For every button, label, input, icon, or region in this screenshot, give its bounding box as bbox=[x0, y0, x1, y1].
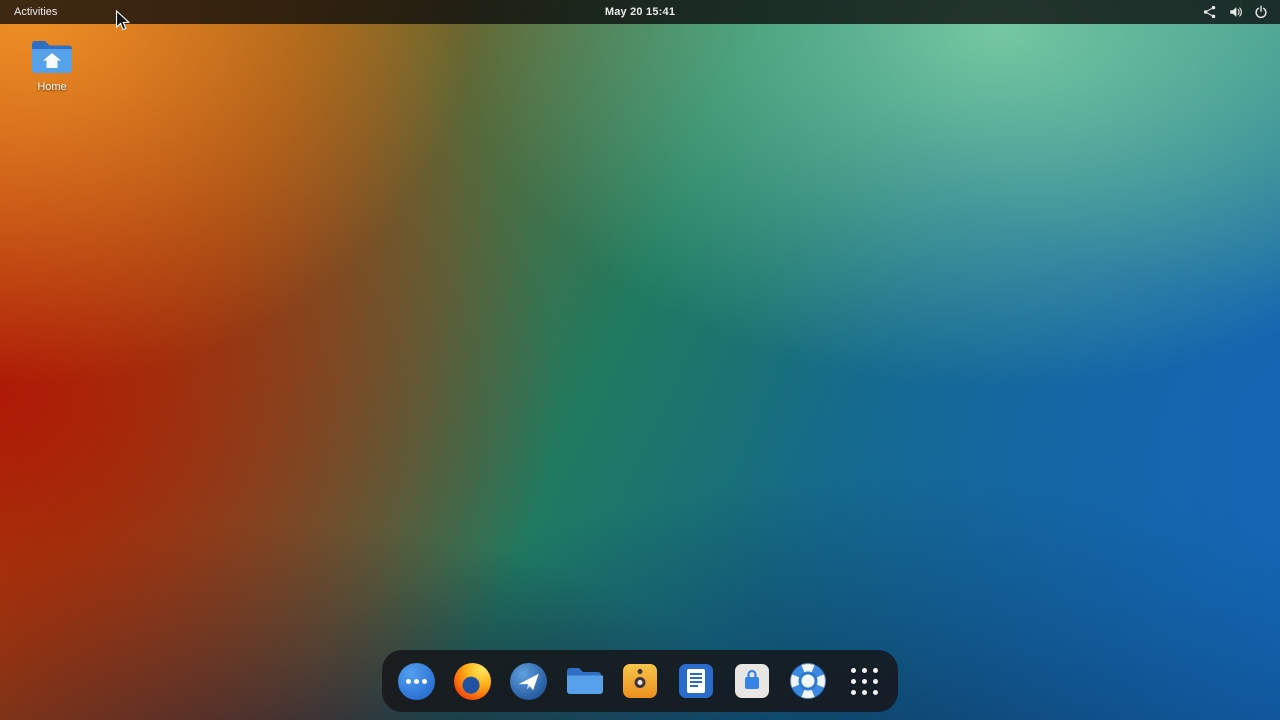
dock-item-chat[interactable] bbox=[394, 659, 438, 703]
dock-item-files[interactable] bbox=[562, 659, 606, 703]
blue-folder-icon bbox=[565, 666, 603, 696]
dock-item-writer[interactable] bbox=[674, 659, 718, 703]
power-icon[interactable] bbox=[1254, 5, 1268, 19]
system-tray[interactable] bbox=[1191, 0, 1280, 24]
clock-calendar-button[interactable]: May 20 15:41 bbox=[595, 0, 685, 24]
top-bar: Activities May 20 15:41 bbox=[0, 0, 1280, 24]
dock-item-help[interactable] bbox=[786, 659, 830, 703]
dock-item-software[interactable] bbox=[730, 659, 774, 703]
network-icon[interactable] bbox=[1203, 5, 1217, 19]
firefox-icon bbox=[454, 663, 491, 700]
activities-button[interactable]: Activities bbox=[0, 0, 71, 24]
dock-item-music[interactable] bbox=[618, 659, 662, 703]
blue-circle-three-dots-icon bbox=[398, 663, 435, 700]
dock-item-email[interactable] bbox=[506, 659, 550, 703]
dock-item-show-applications[interactable] bbox=[842, 659, 886, 703]
desktop-icon-label: Home bbox=[37, 81, 66, 93]
dock-item-firefox[interactable] bbox=[450, 659, 494, 703]
lifebuoy-icon bbox=[790, 663, 826, 699]
app-grid-icon bbox=[851, 668, 878, 695]
dock bbox=[382, 650, 898, 712]
desktop-icon-home[interactable]: Home bbox=[16, 34, 88, 97]
desktop-wallpaper[interactable]: Activities May 20 15:41 bbox=[0, 0, 1280, 720]
speaker-box-icon bbox=[623, 664, 657, 698]
blue-folder-house-icon bbox=[29, 38, 75, 76]
document-icon bbox=[679, 664, 713, 698]
thunderbird-icon bbox=[510, 663, 547, 700]
shopping-bag-icon bbox=[735, 664, 769, 698]
volume-icon[interactable] bbox=[1228, 5, 1243, 19]
